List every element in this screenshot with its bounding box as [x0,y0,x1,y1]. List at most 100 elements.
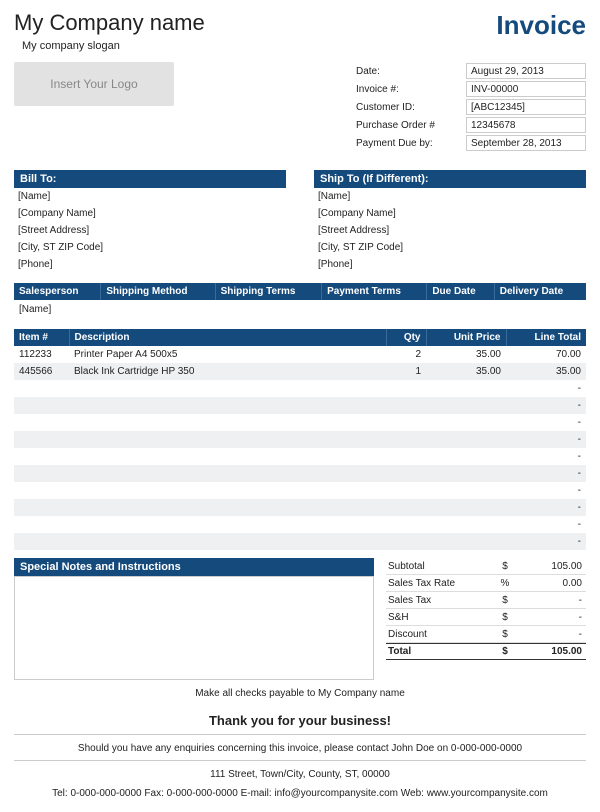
line-item-row[interactable]: - [14,448,586,465]
item-number[interactable] [14,516,69,533]
item-description[interactable] [69,431,386,448]
sales-info-table: Salesperson Shipping Method Shipping Ter… [14,283,586,319]
item-price[interactable] [426,414,506,431]
document-title: Invoice [496,10,586,41]
meta-invoice-value[interactable]: INV-00000 [466,81,586,97]
line-item-row[interactable]: - [14,380,586,397]
item-price[interactable]: 35.00 [426,363,506,380]
sales-cell[interactable] [322,300,427,319]
col-delivery: Delivery Date [494,283,586,300]
item-qty[interactable] [386,465,426,482]
ship-to-line[interactable]: [Company Name] [314,205,586,222]
item-description[interactable]: Printer Paper A4 500x5 [69,346,386,363]
item-line-total: 35.00 [506,363,586,380]
item-number[interactable]: 112233 [14,346,69,363]
item-qty[interactable] [386,397,426,414]
bill-to-line[interactable]: [Phone] [14,256,286,273]
item-qty[interactable] [386,499,426,516]
subtotal-label: Subtotal [386,558,494,575]
sh-label: S&H [386,609,494,626]
item-description[interactable] [69,482,386,499]
item-line-total: - [506,465,586,482]
item-number[interactable] [14,397,69,414]
item-price[interactable] [426,516,506,533]
line-item-row[interactable]: - [14,482,586,499]
item-price[interactable] [426,380,506,397]
item-price[interactable] [426,448,506,465]
line-item-row[interactable]: - [14,414,586,431]
item-qty[interactable] [386,533,426,550]
item-description[interactable] [69,448,386,465]
item-number[interactable] [14,448,69,465]
item-price[interactable] [426,431,506,448]
item-qty[interactable] [386,414,426,431]
item-price[interactable] [426,482,506,499]
sales-row[interactable]: [Name] [14,300,586,319]
logo-placeholder[interactable]: Insert Your Logo [14,62,174,106]
item-line-total: - [506,431,586,448]
taxrate-label: Sales Tax Rate [386,575,494,592]
item-number[interactable] [14,499,69,516]
line-item-row[interactable]: - [14,465,586,482]
sales-cell[interactable]: [Name] [14,300,101,319]
bill-to-block: Bill To: [Name] [Company Name] [Street A… [14,170,286,273]
item-description[interactable] [69,499,386,516]
item-qty[interactable]: 1 [386,363,426,380]
line-item-row[interactable]: - [14,499,586,516]
item-description[interactable] [69,533,386,550]
item-number[interactable] [14,431,69,448]
item-number[interactable] [14,380,69,397]
meta-due-value[interactable]: September 28, 2013 [466,135,586,151]
item-number[interactable] [14,465,69,482]
bill-to-line[interactable]: [Company Name] [14,205,286,222]
item-price[interactable] [426,397,506,414]
item-description[interactable] [69,465,386,482]
discount-value[interactable]: - [516,626,586,643]
item-price[interactable] [426,465,506,482]
line-item-row[interactable]: - [14,533,586,550]
item-price[interactable]: 35.00 [426,346,506,363]
ship-to-line[interactable]: [Street Address] [314,222,586,239]
item-price[interactable] [426,533,506,550]
item-description[interactable] [69,397,386,414]
bill-to-line[interactable]: [City, ST ZIP Code] [14,239,286,256]
meta-date-value[interactable]: August 29, 2013 [466,63,586,79]
item-description[interactable]: Black Ink Cartridge HP 350 [69,363,386,380]
ship-to-line[interactable]: [Name] [314,188,586,205]
item-qty[interactable] [386,448,426,465]
line-item-row[interactable]: - [14,397,586,414]
item-description[interactable] [69,414,386,431]
item-qty[interactable] [386,431,426,448]
sh-value[interactable]: - [516,609,586,626]
bill-to-line[interactable]: [Name] [14,188,286,205]
item-number[interactable] [14,414,69,431]
sales-cell[interactable] [427,300,494,319]
line-item-row[interactable]: - [14,516,586,533]
taxrate-value[interactable]: 0.00 [516,575,586,592]
item-price[interactable] [426,499,506,516]
meta-customer-label: Customer ID: [356,102,466,113]
ship-to-line[interactable]: [Phone] [314,256,586,273]
line-item-row[interactable]: 112233Printer Paper A4 500x5235.0070.00 [14,346,586,363]
item-number[interactable] [14,482,69,499]
ship-to-line[interactable]: [City, ST ZIP Code] [314,239,586,256]
sales-cell[interactable] [215,300,322,319]
item-number[interactable] [14,533,69,550]
meta-po-value[interactable]: 12345678 [466,117,586,133]
bill-to-line[interactable]: [Street Address] [14,222,286,239]
sales-cell[interactable] [494,300,586,319]
notes-textarea[interactable] [14,576,374,680]
meta-customer-value[interactable]: [ABC12345] [466,99,586,115]
item-qty[interactable] [386,482,426,499]
item-number[interactable]: 445566 [14,363,69,380]
sales-cell[interactable] [101,300,215,319]
item-qty[interactable] [386,516,426,533]
item-qty[interactable] [386,380,426,397]
line-item-row[interactable]: - [14,431,586,448]
item-description[interactable] [69,516,386,533]
col-payterms: Payment Terms [322,283,427,300]
col-qty: Qty [386,329,426,346]
line-item-row[interactable]: 445566Black Ink Cartridge HP 350135.0035… [14,363,586,380]
item-description[interactable] [69,380,386,397]
item-qty[interactable]: 2 [386,346,426,363]
